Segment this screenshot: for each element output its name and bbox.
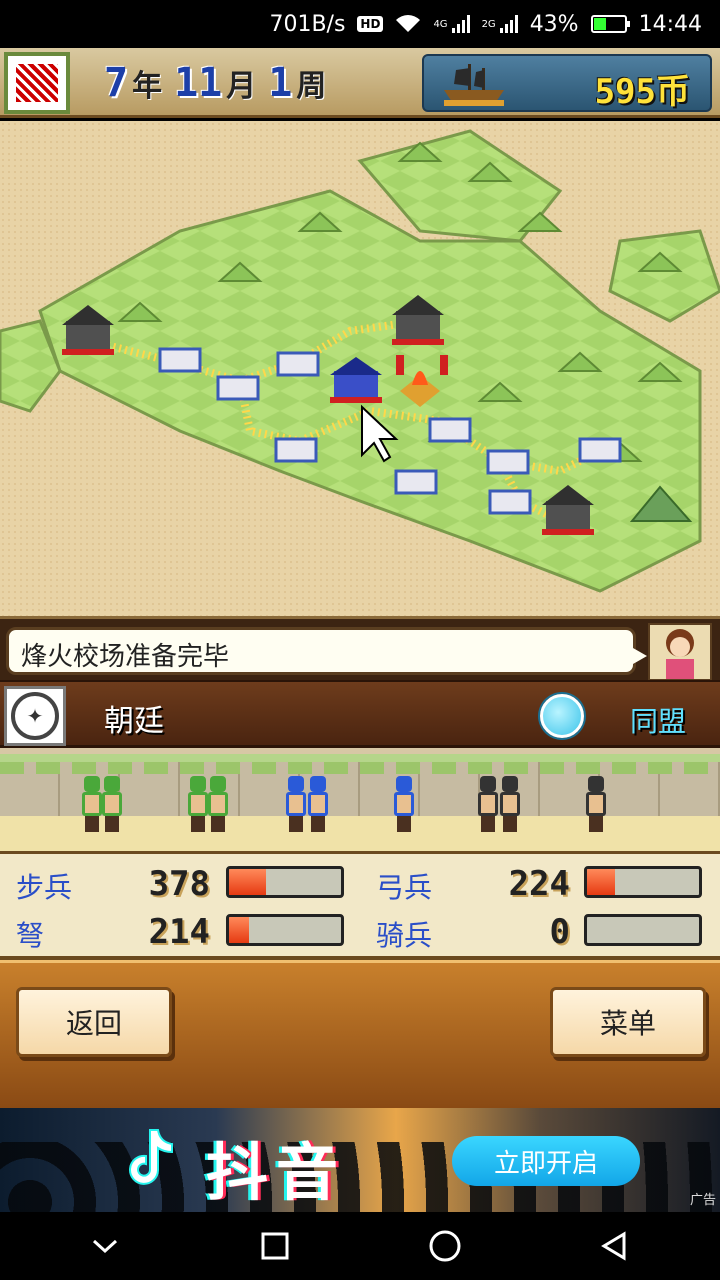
nav-back-icon[interactable] — [575, 1216, 655, 1276]
signal-4g: 4G — [433, 15, 470, 33]
faction-flag[interactable] — [4, 52, 70, 114]
terrain — [608, 229, 720, 323]
soldier-sprite — [206, 776, 230, 834]
nav-down-icon[interactable] — [65, 1216, 145, 1276]
tiktok-icon — [129, 1129, 173, 1185]
ad-open-button[interactable]: 立即开启 — [452, 1136, 640, 1186]
date-week: 1 — [268, 60, 293, 106]
faction-name: 朝廷 — [104, 704, 164, 739]
stat-label-cavalry: 骑兵 — [376, 919, 433, 952]
soldier-sprite — [584, 776, 608, 834]
nav-recent-icon[interactable] — [235, 1216, 315, 1276]
advisor-avatar-icon — [666, 629, 694, 679]
battery-percent: 43% — [529, 11, 579, 37]
map-canvas[interactable] — [0, 121, 720, 616]
action-panel: 返回 菜单 — [0, 960, 720, 1108]
army-strip — [0, 748, 720, 854]
emblem-icon: ✦ — [4, 686, 66, 746]
stat-value-infantry: 378 — [148, 864, 210, 904]
soldier-sprite — [476, 776, 500, 834]
flag-emblem-icon — [16, 64, 58, 102]
net-4g-label: 4G — [433, 18, 448, 30]
game-top-bar: 7 年 11 月 1 周 595币 — [0, 48, 720, 118]
battery-fill — [593, 18, 607, 30]
date-month-unit: 月 — [226, 69, 257, 104]
ad-title: 抖音 — [206, 1136, 347, 1209]
android-nav-bar — [0, 1212, 720, 1280]
ad-tag: 广告 — [689, 1193, 716, 1208]
alliance-icon — [540, 694, 584, 738]
stat-label-crossbow: 弩 — [16, 919, 45, 952]
date-week-unit: 周 — [296, 69, 327, 104]
stat-bar-infantry — [226, 866, 344, 898]
net-2g-label: 2G — [481, 18, 496, 30]
status-bar: 701B/s HD 4G 2G 43% 14:44 — [0, 0, 720, 48]
clock: 14:44 — [638, 11, 702, 37]
menu-button[interactable]: 菜单 — [550, 987, 706, 1057]
alliance-status: 同盟 — [630, 705, 687, 738]
battery-icon — [590, 15, 630, 33]
stat-label-archer: 弓兵 — [376, 871, 433, 904]
nav-home-icon[interactable] — [405, 1216, 485, 1276]
soldier-sprite — [100, 776, 124, 834]
stat-bar-cavalry — [584, 914, 702, 946]
wifi-icon — [395, 14, 421, 34]
signal-icon — [499, 15, 518, 33]
soldier-sprite — [392, 776, 416, 834]
game-map[interactable] — [0, 121, 720, 616]
advisor-portrait — [648, 623, 712, 681]
signal-2g: 2G — [482, 15, 518, 33]
signal-icon — [451, 15, 470, 33]
faction-bar[interactable]: ✦ 朝廷 同盟 — [0, 680, 720, 748]
ad-banner[interactable]: 抖音 立即开启 广告 — [0, 1108, 720, 1212]
message-text: 烽火校场准备完毕 — [21, 642, 230, 672]
soldier-sprite — [498, 776, 522, 834]
message-bubble: 烽火校场准备完毕 — [6, 627, 647, 675]
stat-bar-archer — [584, 866, 702, 898]
ship-icon — [444, 64, 504, 106]
stat-value-crossbow: 214 — [148, 912, 210, 952]
soldier-sprite — [284, 776, 308, 834]
date-year-unit: 年 — [132, 69, 163, 104]
date-month: 11 — [174, 60, 223, 106]
hd-badge: HD — [357, 16, 384, 32]
soldier-sprite — [306, 776, 330, 834]
stat-bar-crossbow — [226, 914, 344, 946]
stat-label-infantry: 步兵 — [16, 871, 73, 904]
coin-panel[interactable]: 595币 — [422, 54, 712, 112]
troop-stats: 步兵 378 弓兵 224 弩 214 骑兵 0 — [0, 854, 720, 960]
game-date: 7 年 11 月 1 周 — [104, 60, 334, 106]
coin-count: 595币 — [594, 72, 690, 112]
stat-value-archer: 224 — [508, 864, 570, 904]
back-button[interactable]: 返回 — [16, 987, 172, 1057]
message-bar: 烽火校场准备完毕 — [0, 616, 720, 681]
date-year: 7 — [104, 60, 129, 106]
stat-value-cavalry: 0 — [549, 912, 570, 952]
net-speed: 701B/s — [269, 11, 346, 37]
